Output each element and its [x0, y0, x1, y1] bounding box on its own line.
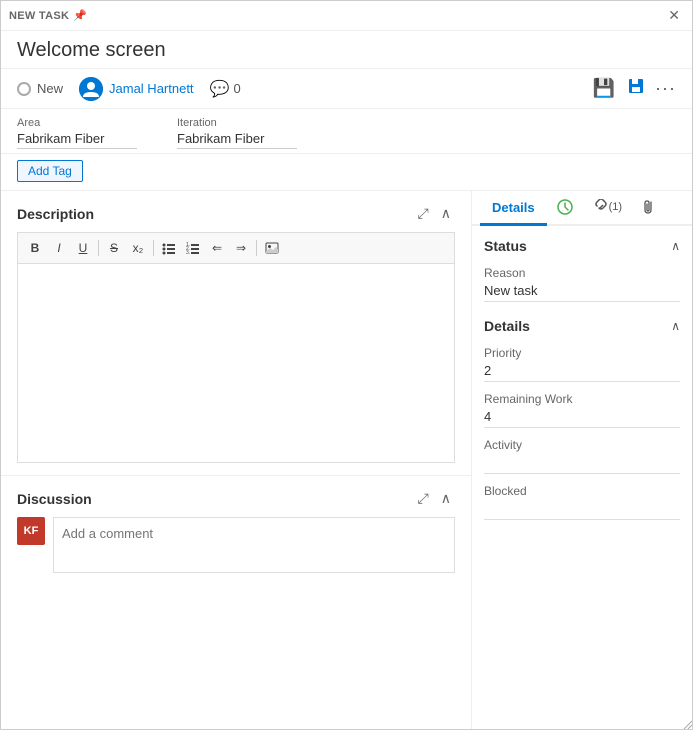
subscript-button[interactable]: x₂ — [127, 237, 149, 259]
image-button[interactable] — [261, 237, 283, 259]
iteration-field: Iteration Fabrikam Fiber — [177, 117, 297, 149]
indent-decrease-button[interactable]: ⇐ — [206, 237, 228, 259]
discussion-section-header: Discussion ⤢ ∧ — [17, 488, 455, 509]
discussion-section: Discussion ⤢ ∧ KF — [1, 476, 471, 585]
meta-row: Area Fabrikam Fiber Iteration Fabrikam F… — [1, 109, 692, 154]
right-panel: Details (1) Status — [472, 191, 692, 729]
priority-value[interactable]: 2 — [484, 362, 680, 382]
rte-toolbar: B I U S x₂ 1.2.3. ⇐ ⇒ — [17, 232, 455, 263]
right-content: Status ∧ Reason New task Details ∧ — [472, 226, 692, 729]
description-title: Description — [17, 206, 94, 222]
left-panel: Description ⤢ ∧ B I U S x₂ — [1, 191, 472, 729]
resize-handle[interactable] — [680, 717, 692, 729]
activity-value[interactable] — [484, 454, 680, 474]
svg-text:3.: 3. — [186, 250, 190, 255]
priority-label: Priority — [484, 346, 680, 360]
comment-input-row: KF — [17, 517, 455, 573]
main-content: Description ⤢ ∧ B I U S x₂ — [1, 191, 692, 729]
comment-badge[interactable]: 💬 0 — [210, 79, 241, 99]
comment-count: 0 — [233, 81, 240, 96]
strikethrough-button[interactable]: S — [103, 237, 125, 259]
iteration-label: Iteration — [177, 117, 297, 129]
description-section: Description ⤢ ∧ B I U S x₂ — [1, 191, 471, 476]
tabs-row: Details (1) — [472, 191, 692, 226]
assigned-user[interactable]: Jamal Hartnett — [79, 77, 194, 101]
page-title-area: Welcome screen — [1, 31, 692, 69]
reason-label: Reason — [484, 266, 680, 280]
area-label: Area — [17, 117, 137, 129]
add-tag-button[interactable]: Add Tag — [17, 160, 83, 182]
tab-attachments[interactable] — [632, 191, 668, 226]
title-bar: NEW TASK 📌 ✕ — [1, 1, 692, 31]
blocked-field-row: Blocked — [484, 484, 680, 520]
status-section-title: Status — [484, 238, 527, 254]
bold-button[interactable]: B — [24, 237, 46, 259]
main-window: NEW TASK 📌 ✕ Welcome screen New Jamal Ha… — [0, 0, 693, 730]
title-bar-left: NEW TASK 📌 — [9, 9, 87, 22]
numbered-list-button[interactable]: 1.2.3. — [182, 237, 204, 259]
comment-user-avatar: KF — [17, 517, 45, 545]
status-field-section: Status ∧ Reason New task — [484, 238, 680, 302]
description-actions: ⤢ ∧ — [414, 203, 455, 224]
details-section-title: Details — [484, 318, 530, 334]
status-badge[interactable]: New — [17, 81, 63, 96]
discussion-title: Discussion — [17, 491, 92, 507]
tab-details[interactable]: Details — [480, 192, 547, 226]
status-section-header: Status ∧ — [484, 238, 680, 258]
remaining-work-label: Remaining Work — [484, 392, 680, 406]
comment-input[interactable] — [53, 517, 455, 573]
status-label: New — [37, 81, 63, 96]
reason-field-row: Reason New task — [484, 266, 680, 302]
iteration-value[interactable]: Fabrikam Fiber — [177, 131, 297, 149]
status-circle-icon — [17, 82, 31, 96]
tag-row: Add Tag — [1, 154, 692, 191]
pin-icon[interactable]: 📌 — [73, 9, 87, 22]
area-field: Area Fabrikam Fiber — [17, 117, 137, 149]
status-collapse-button[interactable]: ∧ — [671, 239, 680, 253]
blocked-label: Blocked — [484, 484, 680, 498]
rte-separator-1 — [98, 240, 99, 256]
blocked-value[interactable] — [484, 500, 680, 520]
discussion-actions: ⤢ ∧ — [414, 488, 455, 509]
remaining-work-value[interactable]: 4 — [484, 408, 680, 428]
page-title: Welcome screen — [17, 39, 676, 62]
assigned-user-name: Jamal Hartnett — [109, 81, 194, 96]
comment-icon: 💬 — [210, 79, 230, 99]
toolbar-row: New Jamal Hartnett 💬 0 💾 — [1, 69, 692, 109]
details-field-section: Details ∧ Priority 2 Remaining Work 4 Ac… — [484, 318, 680, 520]
window-title: NEW TASK — [9, 10, 69, 22]
toolbar-actions: 💾 ··· — [591, 75, 676, 102]
italic-button[interactable]: I — [48, 237, 70, 259]
save-button[interactable]: 💾 — [591, 76, 617, 101]
discussion-expand-icon[interactable]: ⤢ — [414, 488, 433, 509]
remaining-work-field-row: Remaining Work 4 — [484, 392, 680, 428]
discussion-collapse-icon[interactable]: ∧ — [437, 488, 455, 509]
priority-field-row: Priority 2 — [484, 346, 680, 382]
rte-separator-3 — [256, 240, 257, 256]
tab-details-label: Details — [492, 200, 535, 215]
tab-links[interactable]: (1) — [583, 191, 632, 226]
more-options-button[interactable]: ··· — [655, 78, 676, 99]
details-collapse-button[interactable]: ∧ — [671, 319, 680, 333]
description-collapse-icon[interactable]: ∧ — [437, 203, 455, 224]
bullet-list-button[interactable] — [158, 237, 180, 259]
description-editor[interactable] — [17, 263, 455, 463]
rte-separator-2 — [153, 240, 154, 256]
indent-increase-button[interactable]: ⇒ — [230, 237, 252, 259]
description-expand-icon[interactable]: ⤢ — [414, 203, 433, 224]
area-value[interactable]: Fabrikam Fiber — [17, 131, 137, 149]
tab-activity[interactable] — [547, 191, 583, 226]
description-section-header: Description ⤢ ∧ — [17, 203, 455, 224]
save-close-button[interactable] — [625, 75, 647, 102]
details-section-header: Details ∧ — [484, 318, 680, 338]
tab-links-count: (1) — [609, 201, 622, 213]
activity-field-row: Activity — [484, 438, 680, 474]
activity-label: Activity — [484, 438, 680, 452]
underline-button[interactable]: U — [72, 237, 94, 259]
comment-user-initials: KF — [24, 525, 39, 537]
close-button[interactable]: ✕ — [664, 5, 684, 26]
avatar — [79, 77, 103, 101]
reason-value[interactable]: New task — [484, 282, 680, 302]
